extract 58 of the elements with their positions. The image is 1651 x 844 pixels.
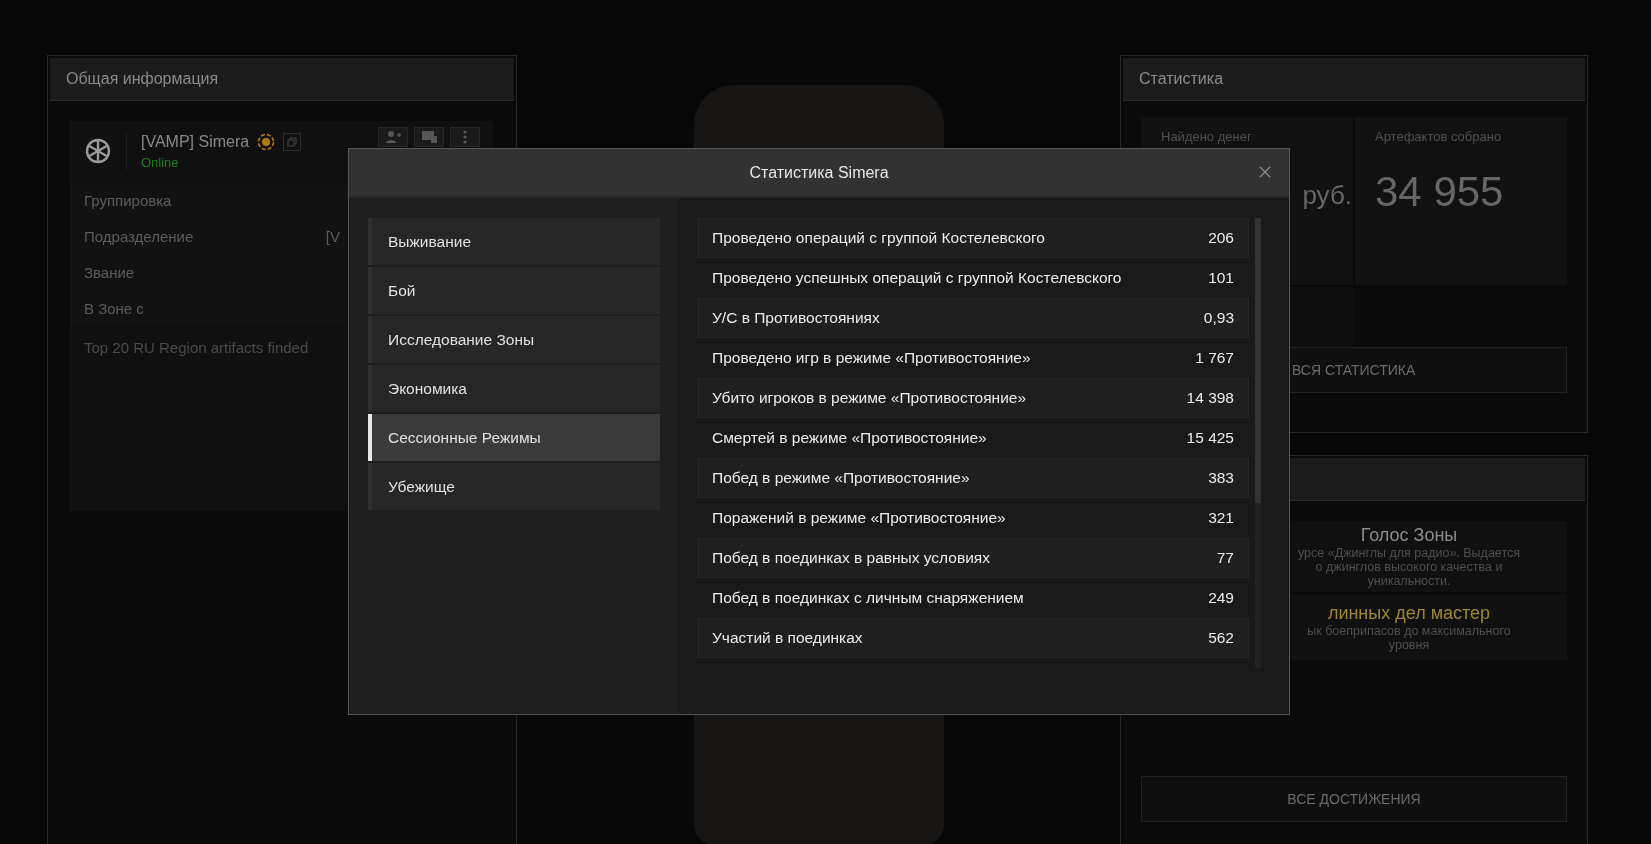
stat-label: Артефактов собрано bbox=[1375, 129, 1503, 144]
stat-count: 321 bbox=[1208, 509, 1234, 527]
achievement-description: уровня bbox=[1388, 637, 1430, 652]
achievement-description: урсе «Джинглы для радио». Выдается bbox=[1298, 546, 1520, 560]
stat-name: Побед в поединках в равных условиях bbox=[712, 549, 990, 567]
player-name: [VAMP] Simera bbox=[141, 132, 250, 151]
info-label: Звание bbox=[84, 263, 135, 281]
info-value: [V bbox=[325, 227, 340, 245]
chat-icon bbox=[421, 130, 437, 144]
stat-count: 1 767 bbox=[1195, 349, 1234, 367]
stat-count: 101 bbox=[1208, 269, 1234, 287]
stat-value: 34 955 bbox=[1375, 168, 1505, 216]
stat-name: Проведено игр в режиме «Противостояние» bbox=[712, 349, 1031, 367]
more-icon bbox=[463, 130, 467, 144]
category-tab[interactable]: Исследование Зоны bbox=[368, 316, 660, 363]
panel-title: Общая информация bbox=[66, 70, 219, 88]
stat-name: Проведено успешных операций с группой Костелевского bbox=[712, 269, 1122, 287]
stat-name: Смертей в режиме «Противостояние» bbox=[712, 429, 987, 447]
category-tab[interactable]: Бой bbox=[368, 267, 660, 314]
stat-count: 15 425 bbox=[1186, 429, 1234, 447]
stat-name: Поражений в режиме «Противостояние» bbox=[712, 509, 1006, 527]
online-status: Online bbox=[141, 154, 180, 170]
stat-label: Найдено денег bbox=[1161, 129, 1253, 144]
info-label: В Зоне с bbox=[84, 299, 144, 317]
stat-count: 562 bbox=[1208, 629, 1234, 647]
badge-icon bbox=[257, 132, 276, 151]
more-button[interactable] bbox=[450, 127, 480, 147]
stat-name: У/С в Противостояниях bbox=[712, 309, 880, 327]
category-tab[interactable]: Убежище bbox=[368, 463, 660, 510]
achievement-title: линных дел мастер bbox=[1327, 602, 1491, 624]
achievement-description: уникальности. bbox=[1367, 574, 1451, 588]
achievement-title: Голос Зоны bbox=[1360, 525, 1458, 546]
stat-count: 77 bbox=[1216, 549, 1234, 567]
stat-name: Убито игроков в режиме «Противостояние» bbox=[712, 389, 1027, 407]
stat-value: руб. bbox=[1301, 180, 1352, 211]
stat-count: 0,93 bbox=[1203, 309, 1234, 327]
stat-name: Проведено операций с группой Костелевского bbox=[712, 229, 1045, 247]
stat-count: 249 bbox=[1208, 589, 1234, 607]
copy-icon[interactable] bbox=[283, 132, 302, 151]
user-plus-icon bbox=[385, 130, 401, 144]
stat-name: Побед в режиме «Противостояние» bbox=[712, 469, 970, 487]
note-text: Top 20 RU Region artifacts finded bbox=[84, 339, 309, 356]
panel-title: Статистика bbox=[1139, 70, 1224, 88]
message-button[interactable] bbox=[414, 127, 444, 147]
category-tab[interactable]: Экономика bbox=[368, 365, 660, 412]
info-label: Группировка bbox=[84, 191, 172, 209]
dialog-title: Статистика Simera bbox=[749, 163, 889, 182]
category-tab[interactable]: Сессионные Режимы bbox=[368, 414, 660, 461]
stat-count: 383 bbox=[1208, 469, 1234, 487]
all-achievements-button[interactable]: ВСЕ ДОСТИЖЕНИЯ bbox=[1141, 776, 1567, 822]
scrollbar-thumb[interactable] bbox=[1255, 218, 1261, 503]
add-friend-button[interactable] bbox=[378, 127, 408, 147]
info-label: Подразделение bbox=[84, 227, 194, 245]
stat-name: Побед в поединках с личным снаряжением bbox=[712, 589, 1024, 607]
stat-count: 206 bbox=[1208, 229, 1234, 247]
stat-name: Участий в поединках bbox=[712, 629, 863, 647]
achievement-description: ык боеприпасов до максимального bbox=[1307, 623, 1511, 638]
category-tab[interactable]: Выживание bbox=[368, 218, 660, 265]
